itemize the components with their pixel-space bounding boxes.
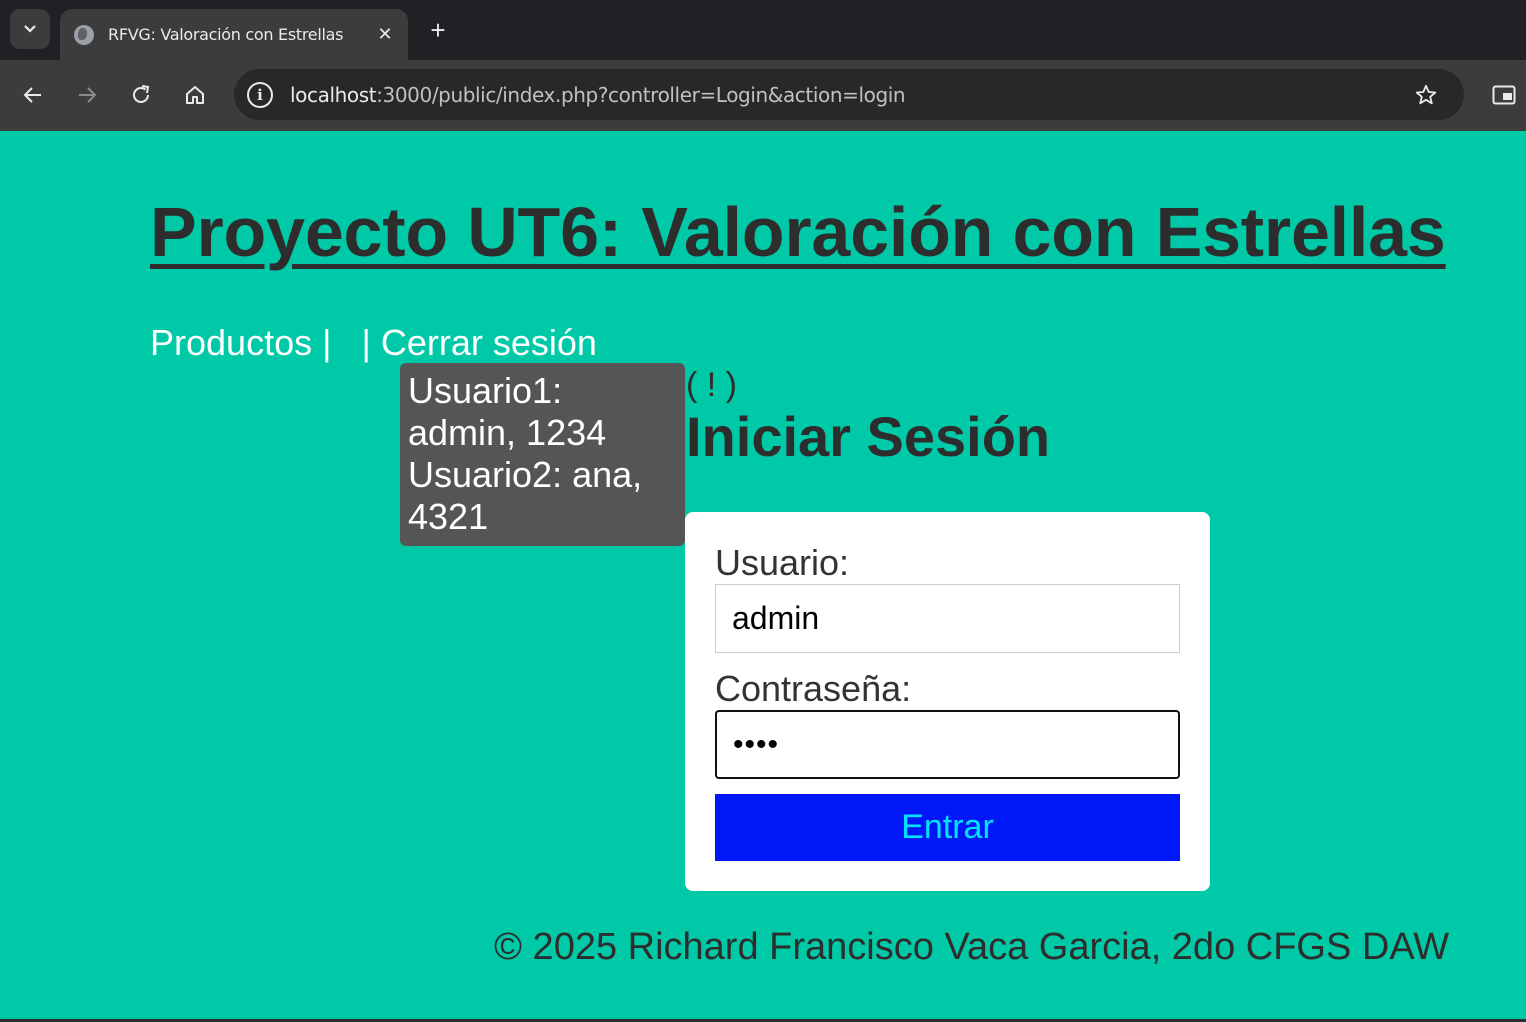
page-title[interactable]: Proyecto UT6: Valoración con Estrellas: [150, 192, 1446, 272]
tooltip-line-user1: Usuario1: admin, 1234: [408, 370, 607, 453]
nav-separator: |: [351, 322, 381, 363]
login-heading: Iniciar Sesión: [686, 405, 1051, 468]
credentials-tooltip: Usuario1: admin, 1234 Usuario2: ana, 432…: [400, 363, 685, 546]
username-label: Usuario:: [715, 542, 850, 583]
address-bar[interactable]: i localhost:3000/public/index.php?contro…: [234, 69, 1464, 120]
close-tab-icon[interactable]: ✕: [370, 24, 400, 45]
reload-icon: [133, 85, 150, 103]
url-text[interactable]: localhost:3000/public/index.php?controll…: [290, 83, 1406, 107]
password-value: ••••: [733, 727, 780, 761]
browser-toolbar: i localhost:3000/public/index.php?contro…: [0, 60, 1526, 131]
nav-link-products[interactable]: Productos: [150, 322, 312, 363]
star-icon: [1415, 84, 1437, 104]
info-icon[interactable]: i: [247, 81, 273, 108]
bookmark-button[interactable]: [1406, 75, 1446, 115]
password-label: Contraseña:: [715, 668, 912, 709]
url-host: localhost: [290, 82, 377, 107]
arrow-left-icon: [23, 87, 41, 103]
help-tooltip-trigger[interactable]: ( ! ): [686, 366, 737, 405]
globe-icon: [74, 24, 94, 45]
browser-tab[interactable]: RFVG: Valoración con Estrellas ✕: [60, 9, 408, 60]
login-form: Usuario: admin Contraseña: •••• Entrar: [685, 512, 1210, 891]
picture-in-picture-button[interactable]: [1488, 77, 1520, 113]
home-icon: [186, 86, 204, 104]
back-button[interactable]: [15, 77, 51, 113]
tooltip-line-user2: Usuario2: ana, 4321: [408, 454, 643, 537]
nav-separator: |: [312, 322, 342, 363]
password-input[interactable]: ••••: [715, 710, 1180, 779]
home-button[interactable]: [177, 77, 213, 113]
forward-button[interactable]: [69, 77, 105, 113]
new-tab-button[interactable]: +: [424, 14, 452, 46]
main-nav: Productos | | Cerrar sesión: [150, 322, 597, 364]
nav-link-logout[interactable]: Cerrar sesión: [381, 322, 597, 363]
tab-title: RFVG: Valoración con Estrellas: [108, 25, 344, 44]
login-submit-button[interactable]: Entrar: [715, 794, 1180, 861]
username-input[interactable]: admin: [715, 584, 1180, 653]
tab-search-button[interactable]: [10, 9, 50, 49]
url-path: :3000/public/index.php?controller=Login&…: [376, 82, 906, 107]
browser-tabbar: RFVG: Valoración con Estrellas ✕ +: [0, 0, 1526, 60]
footer-copyright: © 2025 Richard Francisco Vaca Garcia, 2d…: [494, 926, 1450, 968]
reload-button[interactable]: [123, 77, 159, 113]
chevron-down-icon: [24, 25, 36, 33]
picture-in-picture-icon: [1492, 85, 1516, 105]
arrow-right-icon: [79, 87, 97, 103]
